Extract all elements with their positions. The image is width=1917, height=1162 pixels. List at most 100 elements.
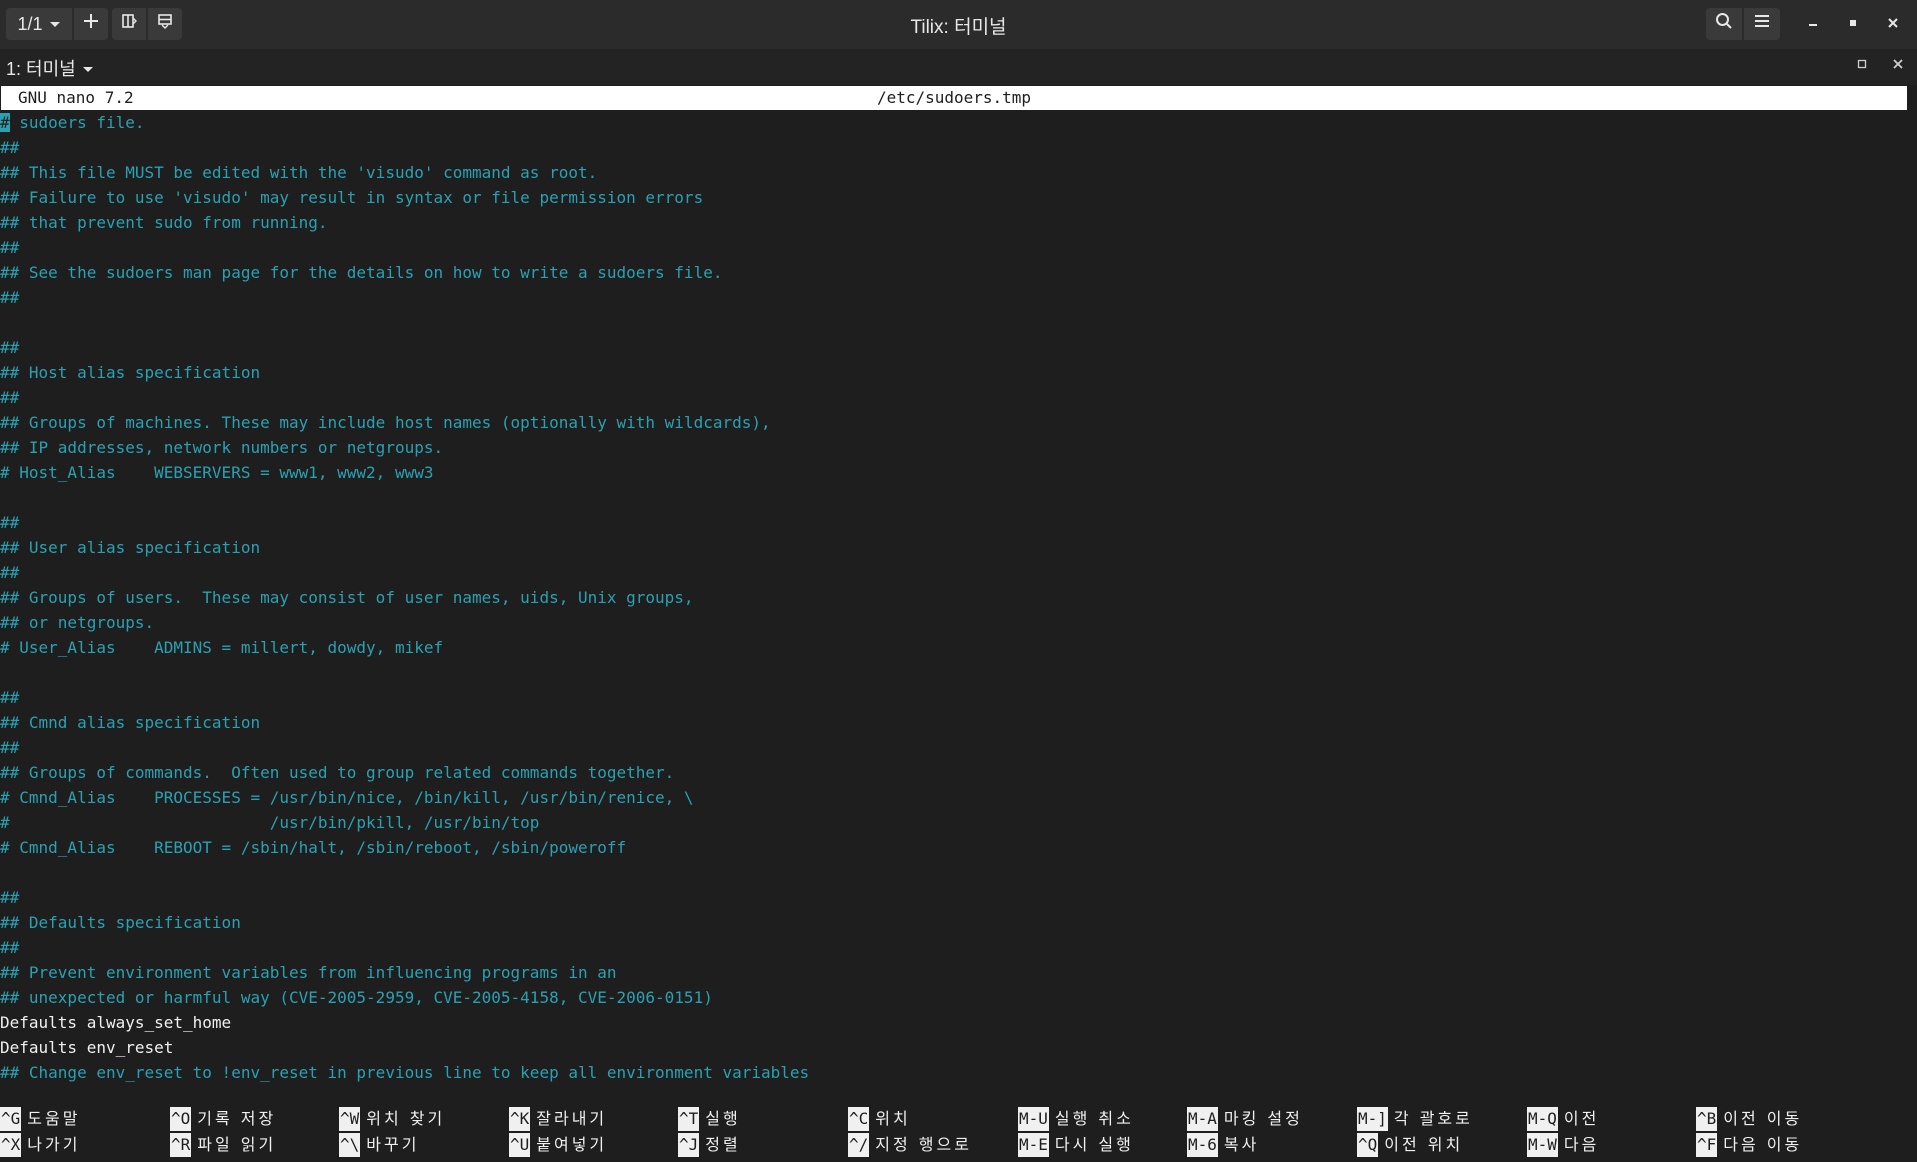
editor-line: ## Cmnd alias specification bbox=[0, 713, 261, 732]
editor-line: ## See the sudoers man page for the deta… bbox=[0, 263, 723, 282]
editor-line: ## bbox=[0, 888, 20, 907]
shortcut-key: ^W bbox=[339, 1107, 361, 1131]
shortcut-label: 각 괄호로 bbox=[1393, 1109, 1473, 1128]
editor-line: # sudoers file. bbox=[0, 113, 145, 132]
shortcut-key: ^G bbox=[0, 1107, 22, 1131]
shortcut-label: 이전 이동 bbox=[1723, 1109, 1803, 1128]
shortcut-item: ^K 잘라내기 bbox=[509, 1107, 607, 1131]
shortcut-label: 도움말 bbox=[27, 1109, 81, 1128]
shortcut-label: 위치 찾기 bbox=[366, 1109, 446, 1128]
editor-line: ## This file MUST be edited with the 'vi… bbox=[0, 163, 598, 182]
editor-line: ## Prevent environment variables from in… bbox=[0, 963, 617, 982]
shortcut-label: 나가기 bbox=[27, 1135, 81, 1154]
shortcut-key: ^K bbox=[509, 1107, 531, 1131]
shortcut-key: M-E bbox=[1018, 1133, 1049, 1157]
shortcut-key: ^J bbox=[678, 1133, 700, 1157]
chevron-down-icon bbox=[82, 58, 94, 79]
terminal-view[interactable]: GNU nano 7.2 /etc/sudoers.tmp # sudoers … bbox=[0, 86, 1917, 1162]
editor-line: ## bbox=[0, 688, 20, 707]
shortcut-label: 기록 저장 bbox=[197, 1109, 277, 1128]
editor-line: ## bbox=[0, 388, 20, 407]
shortcut-key: M-Q bbox=[1527, 1107, 1558, 1131]
editor-line: ## bbox=[0, 563, 20, 582]
maximize-button[interactable] bbox=[1836, 8, 1870, 40]
shortcut-key: M-U bbox=[1018, 1107, 1049, 1131]
editor-line: # Host_Alias WEBSERVERS = www1, www2, ww… bbox=[0, 463, 434, 482]
maximize-icon bbox=[1856, 57, 1868, 73]
editor-line: ## bbox=[0, 238, 20, 257]
shortcut-label: 실행 취소 bbox=[1054, 1109, 1134, 1128]
shortcut-label: 실행 bbox=[705, 1109, 741, 1128]
editor-line: ## IP addresses, network numbers or netg… bbox=[0, 438, 444, 457]
shortcut-label: 바꾸기 bbox=[366, 1135, 420, 1154]
editor-text-area[interactable]: # sudoers file. ## ## This file MUST be ed… bbox=[0, 110, 1917, 1085]
split-controls bbox=[112, 8, 182, 40]
shortcut-item: ^J 정렬 bbox=[678, 1133, 741, 1157]
shortcut-label: 복사 bbox=[1223, 1135, 1260, 1154]
split-right-icon bbox=[121, 13, 137, 35]
add-session-button[interactable] bbox=[74, 8, 108, 40]
session-tab-label: 1: 터미널 bbox=[6, 59, 76, 79]
shortcut-item: ^T 실행 bbox=[678, 1107, 741, 1131]
editor-line: ## Failure to use 'visudo' may result in… bbox=[0, 188, 704, 207]
shortcut-label: 다음 이동 bbox=[1723, 1135, 1803, 1154]
editor-line: ## bbox=[0, 138, 20, 157]
shortcut-key: M-A bbox=[1187, 1107, 1218, 1131]
shortcut-key: ^U bbox=[509, 1133, 531, 1157]
shortcut-item: ^X 나가기 bbox=[0, 1133, 80, 1157]
editor-line: # User_Alias ADMINS = millert, dowdy, mi… bbox=[0, 638, 444, 657]
shortcut-item: ^W 위치 찾기 bbox=[339, 1107, 445, 1131]
search-button[interactable] bbox=[1706, 8, 1742, 40]
window-title: Tilix: 터미널 bbox=[910, 17, 1007, 38]
close-window-button[interactable] bbox=[1876, 8, 1910, 40]
shortcut-item: M-E 다시 실행 bbox=[1018, 1133, 1134, 1157]
split-down-button[interactable] bbox=[148, 8, 182, 40]
shortcut-item: M-] 각 괄호로 bbox=[1357, 1107, 1473, 1131]
editor-line: ## Groups of users. These may consist of… bbox=[0, 588, 694, 607]
shortcut-item: M-6 복사 bbox=[1187, 1133, 1259, 1157]
header-actions bbox=[1706, 8, 1780, 40]
shortcut-label: 다시 실행 bbox=[1054, 1135, 1134, 1154]
shortcut-key: ^X bbox=[0, 1133, 22, 1157]
editor-line: ## Host alias specification bbox=[0, 363, 261, 382]
maximize-icon bbox=[1847, 13, 1859, 35]
nano-filename: /etc/sudoers.tmp bbox=[876, 88, 1032, 107]
shortcut-item: ^Q 이전 위치 bbox=[1357, 1133, 1463, 1157]
shortcut-item: M-U 실행 취소 bbox=[1018, 1107, 1134, 1131]
editor-line: ## bbox=[0, 513, 20, 532]
session-counter: 1/1 bbox=[17, 13, 43, 34]
session-switcher-button[interactable]: 1/1 bbox=[6, 8, 72, 40]
editor-line: Defaults always_set_home bbox=[0, 1013, 232, 1032]
minimize-button[interactable] bbox=[1796, 8, 1830, 40]
close-icon bbox=[1892, 57, 1904, 73]
shortcut-key: ^R bbox=[170, 1133, 192, 1157]
session-tab[interactable]: 1: 터미널 bbox=[6, 55, 94, 81]
shortcut-item: ^R 파일 읽기 bbox=[170, 1133, 276, 1157]
terminal-maximize-button[interactable] bbox=[1856, 57, 1868, 73]
shortcut-label: 다음 bbox=[1563, 1135, 1600, 1154]
editor-line: ## User alias specification bbox=[0, 538, 261, 557]
terminal-close-button[interactable] bbox=[1892, 57, 1904, 73]
shortcut-item: ^B 이전 이동 bbox=[1696, 1107, 1802, 1131]
text-cursor: # bbox=[0, 113, 10, 132]
editor-line: # Cmnd_Alias PROCESSES = /usr/bin/nice, … bbox=[0, 788, 694, 807]
editor-line: ## Defaults specification bbox=[0, 913, 241, 932]
editor-line: ## bbox=[0, 288, 20, 307]
title-bar: 1/1 Tilix: 터미널 bbox=[0, 0, 1917, 50]
shortcut-item: ^O 기록 저장 bbox=[170, 1107, 276, 1131]
shortcut-key: ^O bbox=[170, 1107, 192, 1131]
minimize-icon bbox=[1807, 13, 1819, 35]
chevron-down-icon bbox=[49, 13, 61, 35]
session-tab-bar: 1: 터미널 bbox=[0, 49, 1917, 85]
editor-line: Defaults env_reset bbox=[0, 1038, 174, 1057]
editor-line: # /usr/bin/pkill, /usr/bin/top bbox=[0, 813, 540, 832]
shortcut-item: ^G 도움말 bbox=[0, 1107, 80, 1131]
shortcut-item: ^C 위치 bbox=[848, 1107, 911, 1131]
shortcut-item: ^F 다음 이동 bbox=[1696, 1133, 1802, 1157]
split-right-button[interactable] bbox=[112, 8, 146, 40]
menu-button[interactable] bbox=[1744, 8, 1780, 40]
shortcut-key: ^/ bbox=[848, 1133, 870, 1157]
